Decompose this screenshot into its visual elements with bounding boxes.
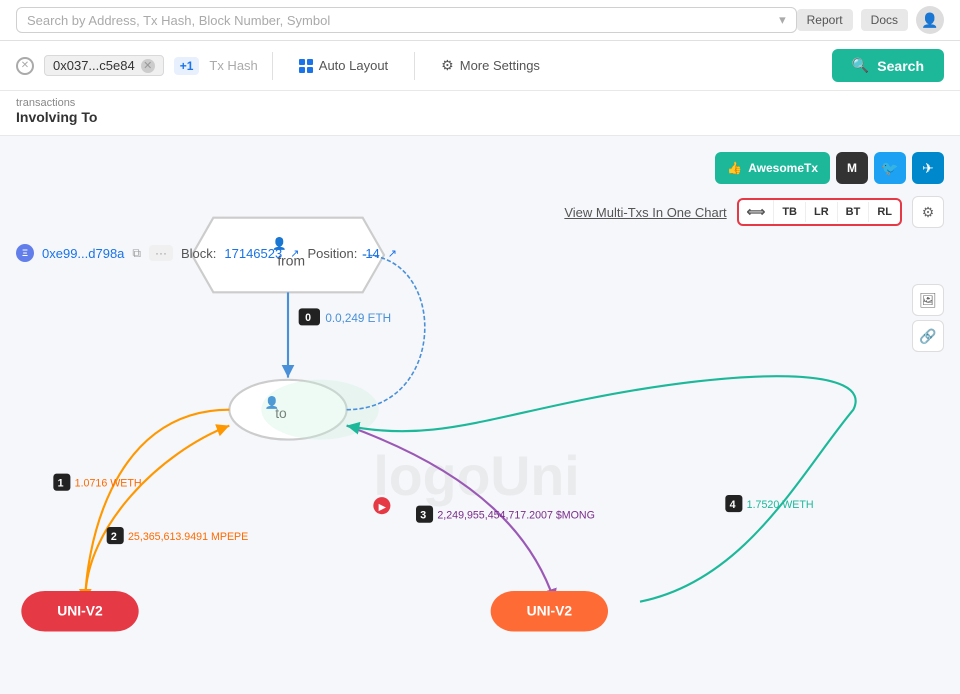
layout-rl-btn[interactable]: RL <box>869 202 900 222</box>
transactions-label: transactions <box>16 97 944 109</box>
svg-text:0: 0 <box>305 312 311 324</box>
divider <box>272 52 273 80</box>
layout-selector: ⟺ TB LR BT RL <box>737 198 902 226</box>
link-icon: 🔗 <box>919 328 936 345</box>
svg-text:1.7520 WETH: 1.7520 WETH <box>747 499 814 511</box>
chart-image-button[interactable]: 🖼 <box>912 284 944 316</box>
search-button[interactable]: 🔍 Search <box>832 49 944 82</box>
divider2 <box>414 52 415 80</box>
layout-lr-btn[interactable]: LR <box>806 202 838 222</box>
main-content: 👍 AwesomeTx M 🐦 ✈ View Multi-Txs In One … <box>0 136 960 694</box>
awesome-tx-label: AwesomeTx <box>748 161 818 175</box>
view-multi-row: View Multi-Txs In One Chart ⟺ TB LR BT R… <box>564 196 944 228</box>
search-button-label: Search <box>877 58 924 74</box>
search-icon: 🔍 <box>852 57 869 74</box>
involving-label: Involving To <box>16 109 944 125</box>
thumbsup-icon: 👍 <box>727 161 742 175</box>
settings-icon: ⚙ <box>441 57 454 74</box>
gear-icon: ⚙ <box>922 204 935 221</box>
dropdown-arrow: ▾ <box>779 12 786 28</box>
report-button[interactable]: Report <box>797 9 853 31</box>
block-label: Block: <box>181 246 216 261</box>
address-tag[interactable]: 0x037...c5e84 ✕ <box>44 55 164 76</box>
svg-text:25,365,613.9491 MPEPE: 25,365,613.9491 MPEPE <box>128 531 248 543</box>
svg-text:0.0,249 ETH: 0.0,249 ETH <box>325 312 391 325</box>
close-icon[interactable]: ✕ <box>16 57 34 75</box>
position-value[interactable]: 14 <box>365 246 379 261</box>
search-placeholder: Search by Address, Tx Hash, Block Number… <box>27 13 330 28</box>
avatar-icon: 👤 <box>921 12 938 29</box>
svg-text:4: 4 <box>730 499 736 511</box>
telegram-button[interactable]: ✈ <box>912 152 944 184</box>
tag-close-icon[interactable]: ✕ <box>141 59 155 73</box>
avatar[interactable]: 👤 <box>916 6 944 34</box>
docs-button[interactable]: Docs <box>861 9 908 31</box>
svg-text:2: 2 <box>111 531 117 543</box>
transaction-row: Ξ 0xe99...d798a ⧉ ··· Block: 17146523 ↗ … <box>16 244 397 262</box>
image-icon: 🖼 <box>919 292 937 309</box>
copy-icon[interactable]: ⧉ <box>132 246 141 261</box>
more-settings-label: More Settings <box>460 58 540 73</box>
filter-bar: ✕ 0x037...c5e84 ✕ +1 Tx Hash Auto Layout… <box>0 41 960 91</box>
social-buttons: 👍 AwesomeTx M 🐦 ✈ <box>715 152 944 184</box>
svg-text:2,249,955,454,717.2007 $MONG: 2,249,955,454,717.2007 $MONG <box>437 509 595 521</box>
svg-text:1.0716 WETH: 1.0716 WETH <box>75 477 142 489</box>
layout-arrows-btn[interactable]: ⟺ <box>739 200 775 224</box>
svg-text:UNI-V2: UNI-V2 <box>527 603 573 619</box>
sub-header: transactions Involving To <box>0 91 960 136</box>
svg-text:logoUni: logoUni <box>373 445 579 507</box>
chart-actions: 🖼 🔗 <box>912 284 944 352</box>
auto-layout-button[interactable]: Auto Layout <box>287 54 400 77</box>
search-input-area[interactable]: Search by Address, Tx Hash, Block Number… <box>16 7 797 33</box>
layout-bt-btn[interactable]: BT <box>838 202 870 222</box>
twitter-button[interactable]: 🐦 <box>874 152 906 184</box>
tx-hash-label: Tx Hash <box>209 58 257 73</box>
auto-layout-label: Auto Layout <box>319 58 388 73</box>
chart-settings-button[interactable]: ⚙ <box>912 196 944 228</box>
plus-one-badge[interactable]: +1 <box>174 57 200 75</box>
svg-text:UNI-V2: UNI-V2 <box>57 603 103 619</box>
more-button[interactable]: ··· <box>149 245 173 261</box>
svg-text:▶: ▶ <box>379 502 387 513</box>
block-value[interactable]: 17146523 <box>224 246 282 261</box>
layout-tb-btn[interactable]: TB <box>774 202 806 222</box>
top-search-bar: Search by Address, Tx Hash, Block Number… <box>0 0 960 41</box>
eth-icon: Ξ <box>16 244 34 262</box>
block-link-icon[interactable]: ↗ <box>290 247 299 260</box>
telegram-icon: ✈ <box>922 160 934 177</box>
close-chip[interactable]: ✕ <box>16 57 34 75</box>
awesome-tx-button[interactable]: 👍 AwesomeTx <box>715 152 830 184</box>
position-link-icon[interactable]: ↗ <box>388 247 397 260</box>
address-tag-text: 0x037...c5e84 <box>53 58 135 73</box>
twitter-icon: 🐦 <box>881 160 898 177</box>
chart-link-button[interactable]: 🔗 <box>912 320 944 352</box>
tx-address[interactable]: 0xe99...d798a <box>42 246 124 261</box>
more-settings-button[interactable]: ⚙ More Settings <box>429 53 552 78</box>
position-label: Position: <box>307 246 357 261</box>
mirror-button[interactable]: M <box>836 152 868 184</box>
grid-icon <box>299 59 313 73</box>
svg-text:3: 3 <box>420 509 426 521</box>
svg-text:1: 1 <box>58 477 64 489</box>
mirror-icon: M <box>847 161 857 175</box>
view-multi-label[interactable]: View Multi-Txs In One Chart <box>564 205 726 220</box>
